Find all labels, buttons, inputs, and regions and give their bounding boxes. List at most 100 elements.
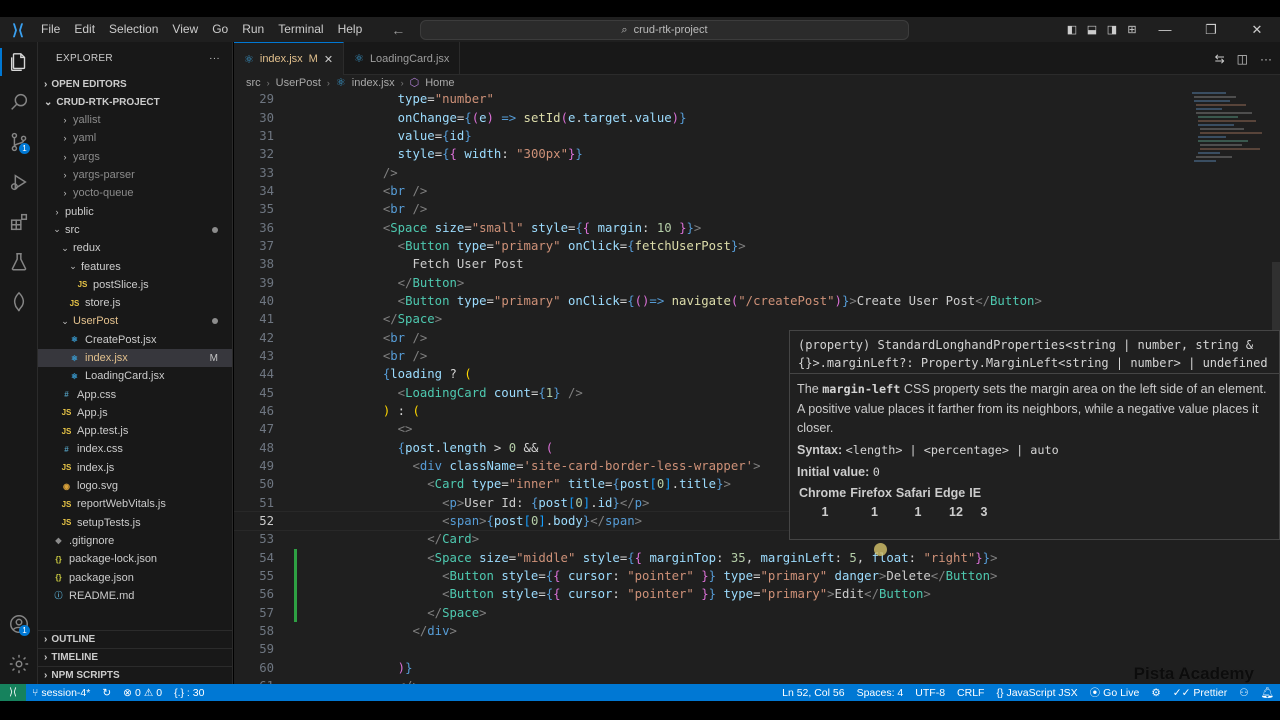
tree-item[interactable]: ⌄ src <box>38 221 232 239</box>
tree-item[interactable]: JS App.js <box>38 404 232 422</box>
source-control-activity[interactable]: 1 <box>0 122 38 162</box>
notifications-status[interactable]: 🔔︎ <box>1255 686 1280 699</box>
tree-item[interactable]: ⌄ features <box>38 257 232 275</box>
tree-item[interactable]: ⌄ UserPost <box>38 312 232 330</box>
code-line: 60 )} <box>234 659 1280 677</box>
minimap[interactable] <box>1186 90 1266 190</box>
tree-item-label: CreatePost.jsx <box>85 333 157 346</box>
code-line: 55 <Button style={{ cursor: "pointer" }}… <box>234 566 1280 586</box>
tab-loadingcard-jsx[interactable]: ⚛ LoadingCard.jsx <box>344 42 461 75</box>
signature-line-1: (property) StandardLonghandProperties<st… <box>798 338 1254 352</box>
open-editors-section[interactable]: › OPEN EDITORS <box>38 75 232 93</box>
more-actions-icon[interactable]: ··· <box>1260 52 1272 66</box>
tree-item[interactable]: # App.css <box>38 385 232 403</box>
tree-item[interactable]: › public <box>38 202 232 220</box>
selection-status[interactable]: {.} : 30 <box>168 687 210 699</box>
end-of-line[interactable]: CRLF <box>951 687 990 699</box>
tree-item[interactable]: › yaml <box>38 129 232 147</box>
accounts-activity[interactable]: 1 <box>0 604 38 644</box>
tree-item[interactable]: ⚛ index.jsx M <box>38 348 232 368</box>
npm-scripts-section[interactable]: › NPM SCRIPTS <box>38 666 232 684</box>
line-number: 32 <box>259 147 274 162</box>
command-center[interactable]: ⌕ crud-rtk-project <box>420 20 909 40</box>
settings-status[interactable]: ⚙ <box>1145 687 1166 699</box>
compare-icon[interactable]: ⇆ <box>1215 52 1225 66</box>
git-status-badge: M <box>209 352 218 364</box>
breadcrumb-src[interactable]: src <box>246 77 261 89</box>
encoding[interactable]: UTF-8 <box>909 687 951 699</box>
language-mode[interactable]: {} JavaScript JSX <box>990 687 1083 699</box>
tree-item[interactable]: ⚛ LoadingCard.jsx <box>38 367 232 385</box>
tree-item[interactable]: ⚛ CreatePost.jsx <box>38 331 232 349</box>
modified-dot-icon <box>212 226 218 233</box>
indentation[interactable]: Spaces: 4 <box>851 687 910 699</box>
menu-terminal[interactable]: Terminal <box>271 17 330 42</box>
manage-activity[interactable] <box>0 644 38 684</box>
outline-section[interactable]: › OUTLINE <box>38 630 232 648</box>
menu-run[interactable]: Run <box>235 17 271 42</box>
branch-status[interactable]: ⑂ session-4* <box>26 687 96 699</box>
customize-layout-icon[interactable]: ⊞ <box>1122 23 1142 36</box>
cursor-position[interactable]: Ln 52, Col 56 <box>776 687 850 699</box>
line-number: 47 <box>259 422 274 437</box>
project-section[interactable]: ⌄ CRUD-RTK-PROJECT <box>38 93 232 111</box>
explorer-activity[interactable] <box>0 42 38 82</box>
breadcrumb-userpost[interactable]: UserPost <box>276 77 321 89</box>
sync-status[interactable]: ↻ <box>96 687 117 699</box>
code-text: onChange={(e) => setId(e.target.value)} <box>397 110 687 125</box>
toggle-sidebar-icon[interactable]: ◧ <box>1062 23 1082 36</box>
tree-item[interactable]: {} package-lock.json <box>38 550 232 568</box>
menu-file[interactable]: File <box>34 17 67 42</box>
timeline-section[interactable]: › TIMELINE <box>38 648 232 666</box>
breadcrumb-file[interactable]: index.jsx <box>352 77 395 89</box>
browser-compat: Chrome Firefox Safari Edge IE 1 1 1 12 3 <box>790 479 1279 519</box>
tree-item[interactable]: JS store.js <box>38 294 232 312</box>
tree-item[interactable]: JS App.test.js <box>38 422 232 440</box>
breadcrumb-symbol[interactable]: Home <box>425 77 454 89</box>
back-arrow-icon[interactable]: ← <box>391 22 405 38</box>
more-actions-icon[interactable]: ··· <box>209 53 220 64</box>
window-controls: ◧ ⬓ ◨ ⊞ — ❐ ✕ <box>1062 17 1280 42</box>
tree-item[interactable]: # index.css <box>38 440 232 458</box>
testing-activity[interactable] <box>0 242 38 282</box>
tree-item-label: logo.svg <box>77 480 118 493</box>
menu-selection[interactable]: Selection <box>102 17 165 42</box>
run-debug-activity[interactable] <box>0 162 38 202</box>
restore-icon[interactable]: ❐ <box>1188 22 1234 38</box>
account-status[interactable]: ⚇ <box>1233 687 1254 699</box>
menu-view[interactable]: View <box>165 17 205 42</box>
toggle-secondary-sidebar-icon[interactable]: ◨ <box>1102 23 1122 36</box>
menu-bar: File Edit Selection View Go Run Terminal… <box>34 17 369 42</box>
toggle-panel-icon[interactable]: ⬓ <box>1082 23 1102 36</box>
split-editor-icon[interactable]: ◫ <box>1237 52 1248 66</box>
go-live[interactable]: ⦿ Go Live <box>1084 685 1146 700</box>
tree-item[interactable]: JS index.js <box>38 459 232 477</box>
tree-item[interactable]: ◆ .gitignore <box>38 532 232 550</box>
tree-item[interactable]: JS reportWebVitals.js <box>38 495 232 513</box>
menu-edit[interactable]: Edit <box>67 17 102 42</box>
menu-help[interactable]: Help <box>331 17 370 42</box>
menu-go[interactable]: Go <box>205 17 235 42</box>
extensions-activity[interactable] <box>0 202 38 242</box>
problems-status[interactable]: ⊗ 0 ⚠ 0 <box>117 687 168 699</box>
tree-item[interactable]: ⌄ redux <box>38 239 232 257</box>
search-activity[interactable] <box>0 82 38 122</box>
tree-item[interactable]: › yargs-parser <box>38 166 232 184</box>
tree-item[interactable]: › yocto-queue <box>38 184 232 202</box>
close-tab-icon[interactable]: ✕ <box>324 53 333 66</box>
tree-item[interactable]: ◉ logo.svg <box>38 477 232 495</box>
tree-item[interactable]: {} package.json <box>38 568 232 586</box>
close-window-icon[interactable]: ✕ <box>1234 22 1280 38</box>
remote-icon[interactable]: ⟩⟨ <box>0 684 26 701</box>
tab-index-jsx[interactable]: ⚛ index.jsx M ✕ <box>234 42 345 75</box>
tree-item[interactable]: ⓘ README.md <box>38 587 232 605</box>
chevron-down-icon: ⌄ <box>53 224 61 235</box>
mongodb-activity[interactable] <box>0 282 38 322</box>
minimize-icon[interactable]: — <box>1142 22 1188 37</box>
tree-item[interactable]: › yargs <box>38 148 232 166</box>
tree-item[interactable]: › yallist <box>38 111 232 129</box>
tree-item[interactable]: JS postSlice.js <box>38 276 232 294</box>
gutter <box>274 108 294 126</box>
prettier-status[interactable]: ✓✓ Prettier <box>1167 687 1233 699</box>
tree-item[interactable]: JS setupTests.js <box>38 514 232 532</box>
